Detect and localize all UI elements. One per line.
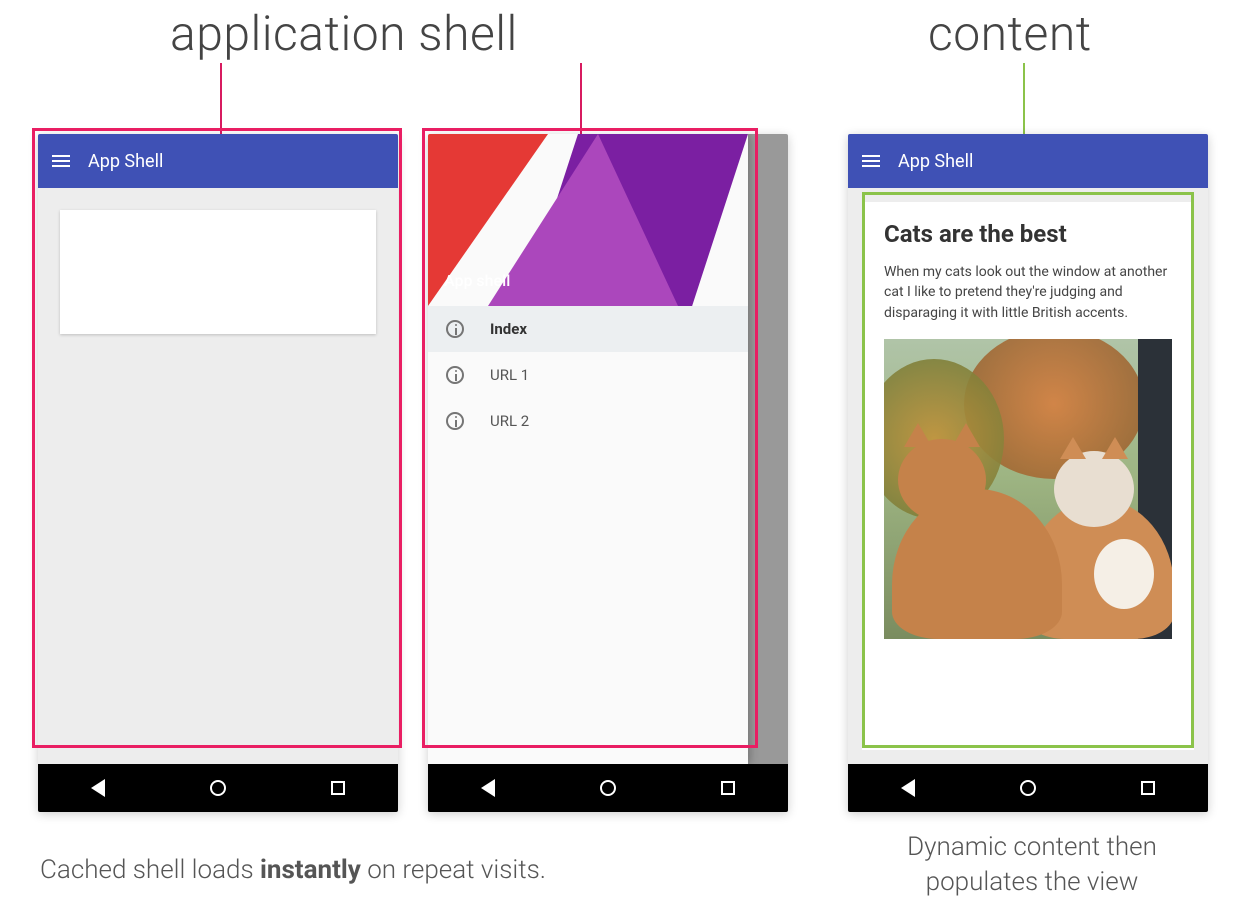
content-card: Cats are the best When my cats look out … (862, 202, 1194, 750)
phone-body: Cats are the best When my cats look out … (848, 188, 1208, 764)
nav-recent-button[interactable] (1089, 764, 1208, 812)
phone-mockup-empty-shell: App Shell (38, 134, 398, 812)
heading-application-shell: application shell (170, 5, 518, 62)
article-title: Cats are the best (884, 220, 1172, 248)
info-icon (446, 320, 464, 338)
drawer-list: Index URL 1 URL 2 (428, 306, 748, 444)
nav-back-button[interactable] (429, 764, 548, 812)
phone-body (38, 188, 398, 764)
caption-text: on repeat visits. (361, 855, 546, 885)
nav-drawer: App shell Index URL 1 URL 2 (428, 134, 748, 764)
drawer-item-url1[interactable]: URL 1 (428, 352, 748, 398)
nav-home-button[interactable] (549, 764, 668, 812)
article-body: When my cats look out the window at anot… (884, 262, 1172, 323)
hamburger-icon[interactable] (52, 155, 70, 167)
drawer-item-label: URL 1 (490, 366, 529, 384)
placeholder-card (60, 210, 376, 334)
caption-text: Cached shell loads (40, 855, 260, 885)
heading-content: content (928, 5, 1092, 62)
phone-mockup-content: App Shell Cats are the best When my cats… (848, 134, 1208, 812)
drawer-header-title: App shell (444, 271, 510, 290)
connector-line (220, 63, 222, 135)
app-bar-title: App Shell (88, 151, 163, 172)
drawer-item-url2[interactable]: URL 2 (428, 398, 748, 444)
phone-body: App shell Index URL 1 URL 2 (428, 134, 788, 764)
app-bar: App Shell (848, 134, 1208, 188)
nav-home-button[interactable] (969, 764, 1088, 812)
nav-back-button[interactable] (39, 764, 158, 812)
app-bar-title: App Shell (898, 151, 973, 172)
caption-content: Dynamic content then populates the view (862, 830, 1202, 900)
connector-line (580, 63, 582, 135)
scrim[interactable] (748, 134, 788, 764)
drawer-item-label: URL 2 (490, 412, 529, 430)
drawer-item-index[interactable]: Index (428, 306, 748, 352)
phone-mockup-drawer: App shell Index URL 1 URL 2 (428, 134, 788, 812)
article-image (884, 339, 1172, 639)
android-nav-bar (38, 764, 398, 812)
nav-home-button[interactable] (159, 764, 278, 812)
app-bar: App Shell (38, 134, 398, 188)
caption-shell: Cached shell loads instantly on repeat v… (40, 855, 546, 885)
nav-recent-button[interactable] (279, 764, 398, 812)
info-icon (446, 366, 464, 384)
android-nav-bar (428, 764, 788, 812)
drawer-header: App shell (428, 134, 748, 306)
nav-recent-button[interactable] (669, 764, 788, 812)
nav-back-button[interactable] (849, 764, 968, 812)
caption-emphasis: instantly (260, 855, 361, 885)
info-icon (446, 412, 464, 430)
android-nav-bar (848, 764, 1208, 812)
hamburger-icon[interactable] (862, 155, 880, 167)
drawer-item-label: Index (490, 320, 527, 338)
